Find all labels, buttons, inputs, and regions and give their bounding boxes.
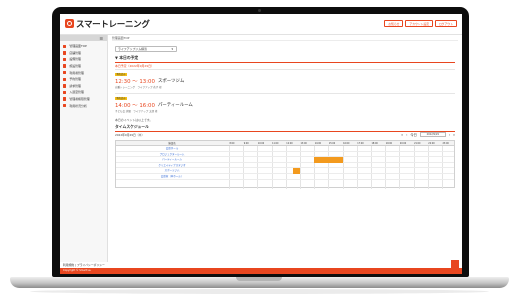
lock-icon — [63, 97, 67, 101]
camera-dot — [258, 9, 261, 12]
sidebar-item-label: 設備管理 — [69, 57, 81, 62]
sidebar-item-label: 利用者管理 — [69, 70, 84, 75]
logo-text: スマートレーニング — [76, 20, 150, 30]
sidebar: ☰ 管理画面TOP 店舗管理 設備管理 施設管理 利用者管理 予約管理 請求管理… — [60, 35, 108, 262]
chevron-down-icon: ▾ — [171, 47, 173, 51]
no-more-events: 本日のイベントは以上です。 — [115, 118, 153, 122]
status-badge: 予約済み — [115, 73, 127, 77]
event-card[interactable]: 予約済み 12:30 〜 13:00 スポーツジム 自重トレーニング ライフアッ… — [115, 69, 455, 91]
logo-icon — [65, 19, 74, 28]
sidebar-nav: 管理画面TOP 店舗管理 設備管理 施設管理 利用者管理 予約管理 請求管理 入… — [60, 43, 107, 109]
laptop-notch — [236, 277, 282, 281]
equipment-icon — [63, 57, 67, 62]
status-badge: 予約済み — [115, 97, 127, 101]
sidebar-item-facilities[interactable]: 施設管理 — [60, 63, 107, 70]
facility-select-value: ライフアップジム横浜 — [118, 47, 147, 51]
event-name: スポーツジム — [158, 78, 185, 84]
app-header: スマートレーニング お知らせ アカウント設定 ログアウト — [60, 14, 462, 35]
sidebar-item-stores[interactable]: 店舗管理 — [60, 50, 107, 57]
event-detail: 子ども会 詳細 ライフアップ 太郎 様 — [115, 110, 158, 113]
sidebar-item-label: 管理者権限管理 — [69, 97, 90, 102]
notifications-button[interactable]: お知らせ — [384, 20, 404, 27]
copyright: Copyright © Smart Le. — [60, 268, 462, 274]
today-section-title: ▼ 本日の予定 — [115, 55, 455, 63]
sidebar-item-billing[interactable]: 請求管理 — [60, 83, 107, 90]
sidebar-item-label: 店舗管理 — [69, 50, 81, 55]
main-content: 管理画面TOP ライフアップジム横浜 ▾ ▼ 本日の予定 本日予定（2022年9月… — [112, 35, 458, 262]
sidebar-item-admin[interactable]: 管理者権限管理 — [60, 96, 107, 103]
sidebar-item-entry[interactable]: 入退室管理 — [60, 89, 107, 96]
calendar-icon — [63, 77, 67, 81]
first-page-icon[interactable]: « — [401, 133, 403, 137]
facility-link[interactable]: 会議室（中ホール） — [116, 174, 228, 180]
last-page-icon[interactable]: » — [453, 133, 455, 137]
sidebar-item-analytics[interactable]: 利用状況分析 — [60, 102, 107, 109]
sidebar-item-label: 請求管理 — [69, 83, 81, 88]
sidebar-item-label: 入退室管理 — [69, 90, 84, 95]
event-time: 12:30 〜 13:00 — [115, 79, 155, 85]
home-icon — [63, 44, 67, 48]
schedule-date: 2022年9月29日（木） — [115, 133, 145, 137]
today-date: 本日予定（2022年9月29日） — [115, 64, 154, 68]
event-card[interactable]: 予約済み 14:00 〜 16:00 パーティールーム 子ども会 詳細 ライフア… — [115, 93, 455, 115]
event-time: 14:00 〜 16:00 — [115, 103, 155, 109]
event-name: パーティールーム — [158, 102, 193, 108]
arrow-up-icon[interactable] — [451, 260, 459, 268]
today-button[interactable]: 今日 — [410, 132, 416, 137]
sidebar-toggle[interactable]: ☰ — [60, 35, 107, 41]
schedule-nav: « ‹ 今日 2022/9/29 › » — [401, 132, 455, 137]
sidebar-item-reservations[interactable]: 予約管理 — [60, 76, 107, 83]
booking-bar[interactable] — [292, 168, 300, 174]
header-actions: お知らせ アカウント設定 ログアウト — [384, 20, 457, 27]
facility-icon — [63, 64, 67, 68]
menu-icon[interactable]: ☰ — [99, 36, 103, 41]
sidebar-item-label: 施設管理 — [69, 64, 81, 69]
schedule-grid: 施設名 8:00 9:00 10:00 11:00 12:00 13:00 14:00 15:… — [115, 140, 455, 189]
account-settings-button[interactable]: アカウント設定 — [405, 20, 433, 27]
chart-icon — [63, 103, 67, 108]
sidebar-item-top[interactable]: 管理画面TOP — [60, 43, 107, 50]
users-icon — [63, 70, 67, 75]
sidebar-item-users[interactable]: 利用者管理 — [60, 69, 107, 76]
sidebar-item-equipment[interactable]: 設備管理 — [60, 56, 107, 63]
invoice-icon — [63, 84, 67, 88]
store-icon — [63, 51, 67, 55]
breadcrumb[interactable]: 管理画面TOP — [112, 35, 458, 41]
sidebar-item-label: 管理画面TOP — [69, 44, 87, 49]
door-icon — [63, 90, 67, 95]
logout-button[interactable]: ログアウト — [435, 20, 457, 27]
app-screen: スマートレーニング お知らせ アカウント設定 ログアウト ☰ 管理画面TOP 店… — [60, 14, 462, 274]
facility-select[interactable]: ライフアップジム横浜 ▾ — [115, 46, 177, 52]
sidebar-item-label: 予約管理 — [69, 77, 81, 82]
schedule-title: タイムスケジュール — [115, 124, 455, 132]
prev-page-icon[interactable]: ‹ — [406, 133, 407, 137]
laptop-shadow — [30, 289, 489, 294]
date-picker[interactable]: 2022/9/29 — [419, 132, 446, 137]
sidebar-item-label: 利用状況分析 — [69, 103, 87, 108]
event-detail: 自重トレーニング ライフアップ 花子 様 — [115, 86, 162, 89]
next-page-icon[interactable]: › — [449, 133, 450, 137]
table-row: 会議室（中ホール） — [116, 174, 454, 180]
booking-bar[interactable] — [314, 157, 343, 163]
